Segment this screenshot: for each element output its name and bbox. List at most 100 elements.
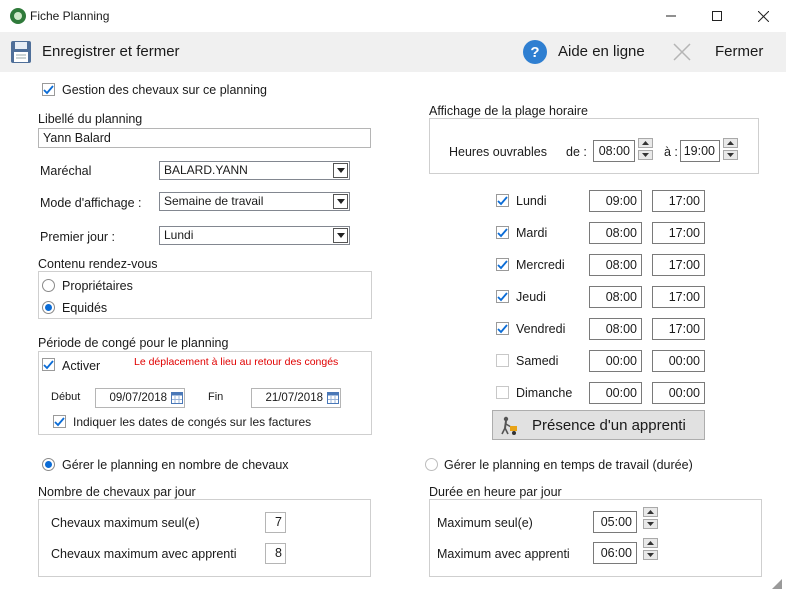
spin-down-icon[interactable] bbox=[723, 150, 738, 160]
close-x-icon bbox=[673, 43, 691, 61]
day-start-input[interactable]: 08:00 bbox=[589, 254, 642, 276]
day-checkbox-5[interactable] bbox=[496, 354, 509, 367]
help-question-icon: ? bbox=[523, 40, 547, 64]
maximize-icon[interactable] bbox=[694, 0, 740, 32]
heure-fin-input[interactable]: 19:00 bbox=[680, 140, 720, 162]
duree-seul-input[interactable]: 05:00 bbox=[593, 511, 637, 533]
mode-select[interactable]: Semaine de travail bbox=[159, 192, 350, 211]
day-end-input[interactable]: 17:00 bbox=[652, 190, 705, 212]
duree-title: Durée en heure par jour bbox=[429, 485, 562, 499]
day-checkbox-3[interactable] bbox=[496, 290, 509, 303]
heure-debut-input[interactable]: 08:00 bbox=[593, 140, 635, 162]
close-window-icon[interactable] bbox=[740, 0, 786, 32]
marechal-label: Maréchal bbox=[40, 164, 92, 178]
equides-radio[interactable] bbox=[42, 301, 55, 314]
day-checkbox-1[interactable] bbox=[496, 226, 509, 239]
window-title: Fiche Planning bbox=[30, 9, 110, 23]
day-label: Jeudi bbox=[516, 290, 546, 304]
gestion-chevaux-label: Gestion des chevaux sur ce planning bbox=[62, 83, 267, 97]
day-label: Lundi bbox=[516, 194, 547, 208]
day-end-input[interactable]: 00:00 bbox=[652, 350, 705, 372]
spin-down-icon[interactable] bbox=[638, 150, 653, 160]
chevron-down-icon bbox=[333, 228, 348, 243]
indiquer-label: Indiquer les dates de congés sur les fac… bbox=[73, 415, 312, 429]
spin-up-icon[interactable] bbox=[643, 507, 658, 517]
gerer-temps-label: Gérer le planning en temps de travail (d… bbox=[444, 458, 693, 472]
a-label: à : bbox=[664, 145, 678, 159]
proprietaires-label: Propriétaires bbox=[62, 279, 133, 293]
proprietaires-radio[interactable] bbox=[42, 279, 55, 292]
chevaux-apprenti-label: Chevaux maximum avec apprenti bbox=[51, 547, 237, 561]
day-label: Samedi bbox=[516, 354, 559, 368]
plage-title: Affichage de la plage horaire bbox=[429, 104, 588, 118]
calendar-icon[interactable] bbox=[327, 391, 339, 404]
day-start-input[interactable]: 00:00 bbox=[589, 350, 642, 372]
gerer-temps-radio[interactable] bbox=[425, 458, 438, 471]
chevaux-seul-label: Chevaux maximum seul(e) bbox=[51, 516, 200, 530]
day-start-input[interactable]: 08:00 bbox=[589, 286, 642, 308]
check-icon bbox=[54, 417, 65, 427]
libelle-label: Libellé du planning bbox=[38, 112, 143, 126]
premier-jour-value: Lundi bbox=[164, 228, 194, 242]
day-label: Mercredi bbox=[516, 258, 565, 272]
indiquer-checkbox[interactable] bbox=[53, 415, 66, 428]
day-start-input[interactable]: 08:00 bbox=[589, 222, 642, 244]
premier-jour-select[interactable]: Lundi bbox=[159, 226, 350, 245]
day-checkbox-6[interactable] bbox=[496, 386, 509, 399]
day-end-input[interactable]: 17:00 bbox=[652, 222, 705, 244]
svg-text:?: ? bbox=[530, 44, 539, 61]
nb-chevaux-title: Nombre de chevaux par jour bbox=[38, 485, 196, 499]
check-icon bbox=[497, 196, 508, 206]
day-checkbox-0[interactable] bbox=[496, 194, 509, 207]
libelle-input[interactable]: Yann Balard bbox=[38, 128, 371, 148]
equides-label: Equidés bbox=[62, 301, 108, 315]
day-end-input[interactable]: 17:00 bbox=[652, 254, 705, 276]
day-end-input[interactable]: 00:00 bbox=[652, 382, 705, 404]
day-checkbox-2[interactable] bbox=[496, 258, 509, 271]
heure-debut-spinner[interactable] bbox=[638, 138, 653, 160]
duree-apprenti-input[interactable]: 06:00 bbox=[593, 542, 637, 564]
day-start-input[interactable]: 08:00 bbox=[589, 318, 642, 340]
marechal-select[interactable]: BALARD.YANN bbox=[159, 161, 350, 180]
check-icon bbox=[497, 292, 508, 302]
day-checkbox-4[interactable] bbox=[496, 322, 509, 335]
heures-ouvrables-label: Heures ouvrables bbox=[449, 145, 547, 159]
nb-chevaux-group bbox=[38, 499, 371, 577]
check-icon bbox=[497, 324, 508, 334]
check-icon bbox=[497, 260, 508, 270]
day-end-input[interactable]: 17:00 bbox=[652, 318, 705, 340]
close-button[interactable]: Fermer bbox=[670, 38, 770, 66]
chevaux-seul-input[interactable]: 7 bbox=[265, 512, 286, 533]
duree-apprenti-spinner[interactable] bbox=[643, 538, 658, 560]
minimize-icon[interactable] bbox=[648, 0, 694, 32]
conge-title: Période de congé pour le planning bbox=[38, 336, 229, 350]
calendar-icon[interactable] bbox=[171, 391, 183, 404]
spin-up-icon[interactable] bbox=[643, 538, 658, 548]
check-icon bbox=[43, 360, 54, 370]
save-close-button[interactable]: Enregistrer et fermer bbox=[8, 38, 198, 66]
close-label: Fermer bbox=[715, 43, 764, 60]
heure-fin-spinner[interactable] bbox=[723, 138, 738, 160]
day-start-input[interactable]: 00:00 bbox=[589, 382, 642, 404]
spin-up-icon[interactable] bbox=[638, 138, 653, 148]
activer-checkbox[interactable] bbox=[42, 358, 55, 371]
gestion-chevaux-checkbox[interactable] bbox=[42, 83, 55, 96]
conge-warning-text: Le déplacement à lieu au retour des cong… bbox=[134, 356, 339, 368]
duree-seul-spinner[interactable] bbox=[643, 507, 658, 529]
premier-jour-label: Premier jour : bbox=[40, 230, 116, 244]
fin-label: Fin bbox=[208, 391, 224, 403]
resize-grip-icon[interactable] bbox=[770, 577, 782, 589]
day-end-input[interactable]: 17:00 bbox=[652, 286, 705, 308]
help-button[interactable]: ? Aide en ligne bbox=[520, 38, 655, 66]
spin-up-icon[interactable] bbox=[723, 138, 738, 148]
day-start-input[interactable]: 09:00 bbox=[589, 190, 642, 212]
help-label: Aide en ligne bbox=[558, 43, 645, 60]
gerer-chevaux-radio[interactable] bbox=[42, 458, 55, 471]
duree-apprenti-label: Maximum avec apprenti bbox=[437, 547, 570, 561]
chevaux-apprenti-input[interactable]: 8 bbox=[265, 543, 286, 564]
presence-apprenti-button[interactable]: Présence d'un apprenti bbox=[492, 410, 705, 440]
spin-down-icon[interactable] bbox=[643, 519, 658, 529]
check-icon bbox=[497, 228, 508, 238]
mode-value: Semaine de travail bbox=[164, 194, 264, 208]
spin-down-icon[interactable] bbox=[643, 550, 658, 560]
